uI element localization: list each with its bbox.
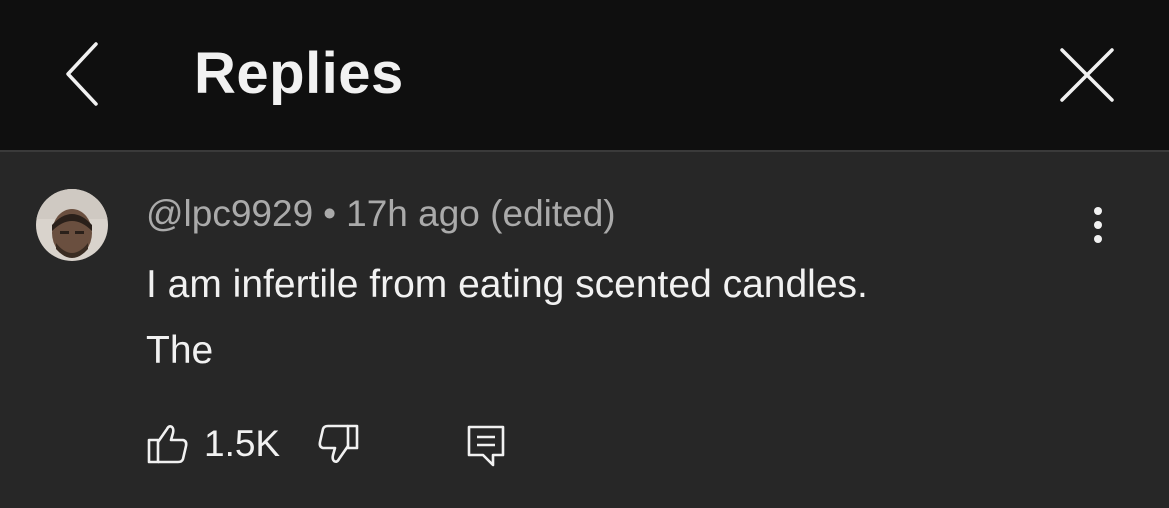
avatar-image <box>36 189 108 261</box>
thumbs-up-icon <box>147 425 188 464</box>
comment-text-line: I am infertile from eating scented candl… <box>146 263 868 306</box>
comment-text-line: The <box>146 329 214 372</box>
like-count: 1.5K <box>204 423 281 464</box>
comment-time: 17h ago <box>346 193 480 234</box>
avatar[interactable] <box>36 189 108 261</box>
thumbs-down-icon <box>318 424 359 463</box>
more-options-button[interactable] <box>1076 200 1120 250</box>
edited-label: (edited) <box>490 193 616 234</box>
header-bar: Replies <box>0 0 1169 150</box>
comment-meta: @lpc9929 • 17h ago (edited) <box>146 192 616 236</box>
reply-button[interactable] <box>464 422 508 468</box>
like-button[interactable] <box>146 420 190 468</box>
close-icon <box>1060 48 1114 102</box>
chevron-left-icon <box>66 42 98 106</box>
comment-text: I am infertile from eating scented candl… <box>146 252 1046 384</box>
comment-author[interactable]: @lpc9929 <box>146 193 313 234</box>
back-button[interactable] <box>56 38 112 110</box>
page-title: Replies <box>194 41 404 106</box>
more-vertical-icon <box>1094 207 1102 243</box>
reply-icon <box>467 425 505 467</box>
meta-separator: • <box>323 193 337 234</box>
dislike-button[interactable] <box>316 420 360 468</box>
close-button[interactable] <box>1052 40 1122 110</box>
